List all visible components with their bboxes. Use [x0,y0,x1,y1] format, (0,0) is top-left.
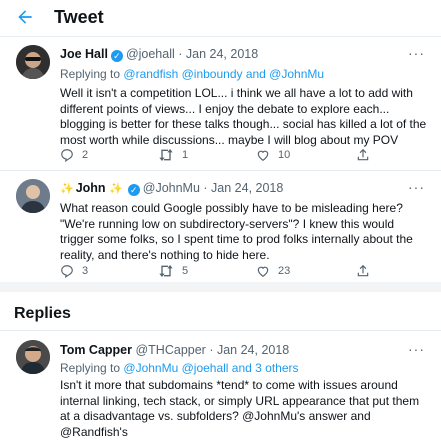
like-count: 10 [278,149,291,161]
avatar[interactable] [16,179,50,213]
like-count: 23 [278,265,291,277]
author-name[interactable]: Joe Hall [60,47,108,61]
like-button[interactable]: 23 [256,263,290,279]
reply-icon [61,265,73,278]
more-options-icon[interactable]: ··· [408,45,425,61]
more-options-icon[interactable]: ··· [408,179,425,195]
tweet-text: Well it isn't a competition LOL... i thi… [60,86,427,147]
tweet-actions: 2 1 10 [60,147,380,163]
tweet-date[interactable]: · Jan 24, 2018 [209,343,289,357]
reply-tom-capper[interactable]: Tom Capper @THCapper · Jan 24, 2018 ··· … [0,331,441,439]
replying-prefix: Replying to [60,67,121,81]
replying-prefix: Replying to [60,361,121,375]
reply-button[interactable]: 2 [60,147,88,163]
more-options-icon[interactable]: ··· [408,341,425,357]
avatar[interactable] [16,340,50,374]
author-name[interactable]: Tom Capper [60,343,132,357]
replying-to: Replying to @JohnMu @joehall and 3 other… [60,361,299,375]
heart-icon [257,266,269,277]
tweet-date[interactable]: · Jan 24, 2018 [178,47,258,61]
sparkles-emoji: ✨ [60,183,74,195]
verified-badge-icon: ✓ [127,184,140,196]
arrow-left-icon[interactable] [14,6,36,28]
reply-count: 3 [82,265,89,277]
retweet-icon [159,149,173,161]
heart-icon [257,150,269,161]
replying-to-links[interactable]: @JohnMu @joehall and 3 others [123,361,298,375]
share-icon [357,264,369,277]
retweet-count: 5 [182,265,189,277]
tweet-actions: 3 5 23 [60,263,380,279]
retweet-button[interactable]: 1 [158,147,188,163]
share-button[interactable] [356,147,378,163]
tweet-text: What reason could Google possibly have t… [60,201,413,262]
verified-badge-icon: ✓ [110,50,123,62]
tweet-header: Tweet [0,0,441,37]
replying-to-links[interactable]: @randfish @inboundy and @JohnMu [123,67,324,81]
tweet-joe-hall[interactable]: Joe Hall ✓ @joehall · Jan 24, 2018 ··· Rep… [0,37,441,169]
tweet-author-line: Tom Capper @THCapper · Jan 24, 2018 [60,343,289,357]
share-icon [357,148,369,161]
author-handle[interactable]: @THCapper [135,343,205,357]
reply-button[interactable]: 3 [60,263,88,279]
tweet-text: Isn't it more that subdomains *tend* to … [60,378,420,439]
section-separator [0,282,441,292]
author-handle[interactable]: @JohnMu [143,181,200,195]
reply-icon [61,149,73,162]
reply-count: 2 [82,149,89,161]
retweet-count: 1 [182,149,189,161]
retweet-icon [159,265,173,277]
retweet-button[interactable]: 5 [158,263,188,279]
tweet-author-line: ✨ John ✨ ✓ @JohnMu · Jan 24, 2018 [60,181,283,196]
page-title: Tweet [54,7,104,27]
replies-heading: Replies [14,305,71,322]
tweet-date[interactable]: · Jan 24, 2018 [203,181,283,195]
share-button[interactable] [356,263,378,279]
like-button[interactable]: 10 [256,147,290,163]
author-name[interactable]: John [76,181,106,195]
sparkles-emoji: ✨ [109,183,123,195]
avatar[interactable] [16,45,50,79]
author-handle[interactable]: @joehall [126,47,175,61]
replying-to: Replying to @randfish @inboundy and @Joh… [60,67,324,81]
tweet-john[interactable]: ✨ John ✨ ✓ @JohnMu · Jan 24, 2018 ··· What … [0,171,441,281]
tweet-author-line: Joe Hall ✓ @joehall · Jan 24, 2018 [60,47,258,62]
